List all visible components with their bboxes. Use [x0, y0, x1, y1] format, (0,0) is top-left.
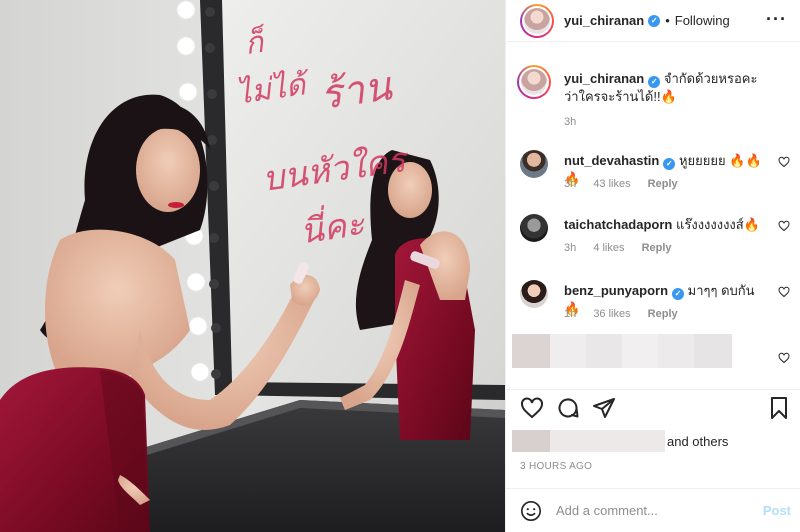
avatar[interactable]	[520, 3, 554, 38]
redacted-comment	[512, 334, 772, 368]
redacted-liker-avatar	[512, 430, 550, 452]
comment-input[interactable]: Add a comment...	[556, 503, 658, 518]
comment-likes[interactable]: 36 likes	[593, 308, 630, 320]
separator-dot: •	[665, 13, 670, 28]
comment-likes[interactable]: 43 likes	[593, 178, 630, 190]
comment-icon[interactable]	[556, 396, 580, 420]
comment-row: nut_devahastin ✓ หูยยยยย 🔥🔥🔥 3h 43 likes …	[520, 150, 790, 200]
comment-time[interactable]: 3h	[564, 178, 576, 190]
verified-badge-icon: ✓	[648, 76, 661, 88]
post-header: yui_chiranan ✓ • Following ···	[506, 0, 800, 42]
commenter-avatar[interactable]	[520, 280, 548, 308]
commenter-avatar[interactable]	[520, 150, 548, 178]
action-bar	[506, 389, 800, 421]
mirror-writing-2: ไม่ได้	[233, 67, 308, 112]
commenter-avatar[interactable]	[520, 214, 548, 242]
caption-username[interactable]: yui_chiranan	[564, 71, 644, 86]
heart-icon[interactable]	[778, 156, 790, 168]
comment-likes[interactable]: 4 likes	[593, 242, 624, 254]
following-button[interactable]: Following	[675, 13, 730, 28]
comment-row: benz_punyaporn ✓ มาๆๆ ดบกัน 🔥 1h 36 likes…	[520, 280, 790, 330]
post-photo[interactable]: ก็ ไม่ได้ ร้าน บนหัวใคร นี่คะ	[0, 0, 505, 532]
bookmark-icon[interactable]	[767, 396, 791, 420]
more-options-icon[interactable]: ···	[766, 10, 787, 28]
caption-row: yui_chiranan ✓ จำกัดด้วยหรอคะ ว่าใครจะร้า…	[517, 65, 790, 128]
post-comment-button[interactable]: Post	[763, 503, 791, 518]
post-side-panel: yui_chiranan ✓ • Following ··· yui_chira…	[505, 0, 800, 532]
username-link[interactable]: yui_chiranan	[564, 13, 644, 28]
comments-list: yui_chiranan ✓ จำกัดด้วยหรอคะ ว่าใครจะร้า…	[506, 54, 800, 374]
heart-icon[interactable]	[778, 220, 790, 232]
verified-badge-icon: ✓	[663, 158, 676, 170]
comment-username[interactable]: nut_devahastin	[564, 153, 659, 168]
mirror-writing-3: ร้าน	[317, 63, 395, 119]
share-icon[interactable]	[592, 396, 616, 420]
instagram-post: ก็ ไม่ได้ ร้าน บนหัวใคร นี่คะ yui_chiran…	[0, 0, 800, 532]
reply-button[interactable]: Reply	[648, 178, 678, 190]
reply-button[interactable]: Reply	[642, 242, 672, 254]
likes-summary[interactable]: and others	[506, 427, 800, 455]
comment-row: taichatchadaporn แร๊งงงงงงงส์🔥 3h 4 like…	[520, 214, 790, 264]
heart-icon[interactable]	[778, 352, 790, 364]
heart-icon[interactable]	[520, 396, 544, 420]
comment-username[interactable]: taichatchadaporn	[564, 217, 672, 232]
comment-time[interactable]: 3h	[564, 242, 576, 254]
heart-icon[interactable]	[778, 286, 790, 298]
caption-time[interactable]: 3h	[564, 116, 576, 128]
redacted-liker-name	[550, 430, 665, 452]
emoji-icon[interactable]	[520, 500, 542, 522]
verified-badge-icon: ✓	[672, 288, 685, 300]
comment-username[interactable]: benz_punyaporn	[564, 283, 668, 298]
verified-badge-icon: ✓	[648, 14, 661, 27]
add-comment-bar: Add a comment... Post	[506, 488, 800, 532]
caption-avatar[interactable]	[517, 65, 551, 99]
comment-time[interactable]: 1h	[564, 308, 576, 320]
reply-button[interactable]: Reply	[648, 308, 678, 320]
mirror-writing-5: นี่คะ	[297, 203, 367, 253]
post-timestamp[interactable]: 3 HOURS AGO	[520, 461, 592, 472]
likes-text[interactable]: and others	[667, 434, 728, 449]
comment-text: แร๊งงงงงงงส์🔥	[675, 217, 760, 232]
